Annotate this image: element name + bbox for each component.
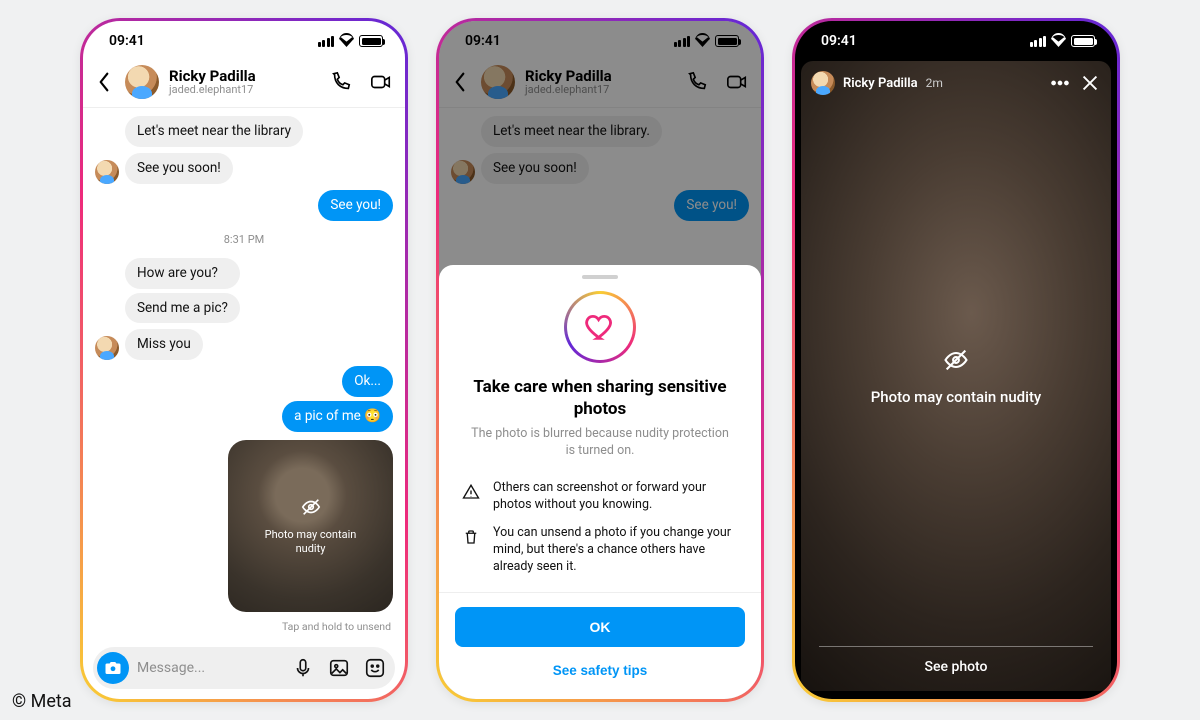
chat-header: Ricky Padilla jaded.elephant17 [83, 61, 405, 108]
message-other[interactable]: Send me a pic? [125, 293, 240, 324]
avatar[interactable] [125, 65, 159, 99]
battery-icon [1071, 35, 1095, 47]
chat-name[interactable]: Ricky Padilla [169, 68, 256, 85]
message-other[interactable]: See you soon! [125, 153, 233, 184]
wifi-icon [339, 35, 354, 47]
sheet-info-screenshot: Others can screenshot or forward your ph… [439, 474, 761, 520]
message-self[interactable]: Ok... [342, 366, 393, 397]
message-input-bar[interactable]: Message... [93, 647, 395, 689]
avatar[interactable] [95, 160, 119, 184]
message-self[interactable]: a pic of me 😳 [282, 401, 393, 432]
trash-icon [461, 525, 481, 549]
status-time: 09:41 [109, 33, 145, 49]
chat-thread[interactable]: Let's meet near the library See you soon… [83, 108, 405, 641]
back-button[interactable] [93, 71, 115, 93]
video-icon[interactable] [369, 70, 393, 94]
timestamp: 8:31 PM [95, 233, 393, 246]
story-view[interactable]: Ricky Padilla 2m Photo may contain nudit… [801, 61, 1111, 691]
battery-icon [359, 35, 383, 47]
phone-3: 09:41 Ricky Padilla 2m [792, 18, 1120, 702]
warning-icon [461, 480, 481, 504]
message-self[interactable]: See you! [318, 190, 393, 221]
heart-ring-icon [564, 291, 636, 363]
eye-off-icon [300, 496, 322, 522]
avatar[interactable] [95, 336, 119, 360]
status-bar: 09:41 [795, 21, 1117, 61]
sheet-grabber[interactable] [582, 275, 618, 279]
photo-icon[interactable] [327, 656, 351, 680]
blur-label: Photo may contain nudity [251, 528, 371, 556]
warning-sheet: Take care when sharing sensitive photos … [439, 265, 761, 699]
status-bar: 09:41 [83, 21, 405, 61]
ok-button[interactable]: OK [455, 607, 745, 647]
unsend-hint: Tap and hold to unsend [282, 620, 391, 633]
chat-username: jaded.elephant17 [169, 84, 256, 96]
sheet-subtitle: The photo is blurred because nudity prot… [469, 426, 731, 460]
status-time: 09:41 [821, 33, 857, 49]
message-field[interactable]: Message... [137, 660, 283, 676]
blurred-photo[interactable]: Photo may contain nudity [228, 440, 393, 612]
safety-tips-link[interactable]: See safety tips [455, 653, 745, 687]
eye-off-icon [942, 346, 970, 378]
mic-icon[interactable] [291, 656, 315, 680]
call-icon[interactable] [329, 70, 353, 94]
signal-icon [1030, 36, 1047, 47]
message-other[interactable]: Let's meet near the library [125, 116, 303, 147]
signal-icon [318, 36, 335, 47]
phone-1: 09:41 Ricky Padilla jaded.elephant17 [80, 18, 408, 702]
sheet-info-unsend: You can unsend a photo if you change you… [439, 519, 761, 582]
sheet-title: Take care when sharing sensitive photos [465, 377, 735, 420]
message-other[interactable]: Miss you [125, 329, 203, 360]
wifi-icon [1051, 35, 1066, 47]
message-other[interactable]: How are you? [125, 258, 240, 289]
see-photo-button[interactable]: See photo [819, 646, 1093, 675]
camera-button[interactable] [97, 652, 129, 684]
story-blur-label: Photo may contain nudity [871, 388, 1042, 406]
copyright: © Meta [12, 691, 72, 712]
sticker-icon[interactable] [363, 656, 387, 680]
phone-2: 09:41 Ricky Padilla jaded.elephant17 [436, 18, 764, 702]
